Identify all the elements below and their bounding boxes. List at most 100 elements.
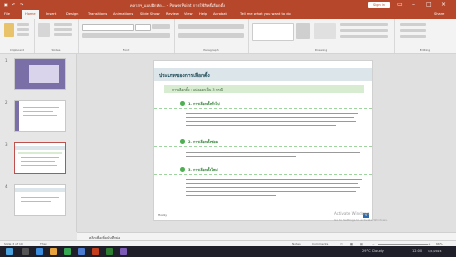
cut-icon[interactable] — [17, 23, 29, 26]
chrome-icon[interactable] — [64, 248, 71, 255]
group-label: Font — [122, 48, 130, 52]
slide-subheader-band: การเลือกตั้ง : แบ่งออกเป็น 3 กรณี — [164, 85, 364, 93]
teams-icon[interactable] — [120, 248, 127, 255]
save-icon[interactable]: ▣ — [4, 2, 9, 7]
excel-icon[interactable] — [106, 248, 113, 255]
activate-windows-title: Activate Windows — [334, 211, 370, 216]
thumb-number: 3 — [5, 142, 8, 147]
select-button[interactable] — [400, 35, 426, 38]
group-label: Slides — [51, 48, 61, 52]
copy-icon[interactable] — [17, 28, 29, 31]
drawing-group: Drawing — [248, 19, 395, 53]
slide-title[interactable]: ประเภทของการเลือกตั้ง — [159, 72, 210, 80]
paste-icon[interactable] — [4, 23, 14, 37]
font-grow-shrink[interactable] — [152, 24, 170, 29]
arrange-button[interactable] — [296, 23, 310, 39]
maximize-icon[interactable]: □ — [426, 1, 432, 8]
replace-button[interactable] — [400, 29, 426, 32]
section-bullet-icon — [180, 139, 185, 144]
shapes-gallery[interactable] — [252, 23, 294, 41]
tab-review[interactable]: Review — [166, 12, 179, 16]
share-button[interactable]: Share — [434, 12, 444, 16]
font-name-select[interactable] — [82, 24, 134, 31]
tab-slide-show[interactable]: Slide Show — [140, 12, 160, 16]
current-slide[interactable]: ประเภทของการเลือกตั้ง การเลือกตั้ง : แบ่… — [153, 60, 373, 221]
sign-in-button[interactable]: Sign in — [368, 2, 390, 8]
body-text-line — [186, 183, 358, 184]
section-bullet-icon — [180, 101, 185, 106]
body-text-line — [186, 121, 356, 122]
body-text-line — [186, 179, 362, 180]
ribbon-display-icon[interactable]: ▭ — [397, 1, 403, 8]
layout-button[interactable] — [54, 23, 72, 26]
section-bullet-icon — [180, 167, 185, 172]
section-button[interactable] — [54, 33, 72, 36]
tab-acrobat[interactable]: Acrobat — [213, 12, 227, 16]
body-text-line — [186, 187, 360, 188]
slide-thumbnail-1[interactable] — [14, 58, 66, 90]
list-buttons[interactable] — [178, 24, 244, 29]
new-slide-icon[interactable] — [38, 23, 50, 37]
group-label: Paragraph — [203, 48, 219, 52]
section-heading-2[interactable]: 2. การเลือกตั้งซ่อม — [188, 139, 218, 145]
slide-thumbnail-4[interactable] — [14, 184, 66, 216]
ribbon-tabs: File Home Insert Design Transitions Anim… — [0, 10, 456, 19]
weather-widget[interactable]: 29°C Cloudy — [362, 249, 384, 253]
thumb-number: 1 — [5, 58, 8, 63]
font-format-buttons[interactable] — [82, 33, 170, 38]
body-text-line — [186, 152, 360, 153]
tab-design[interactable]: Design — [66, 12, 78, 16]
thumb-number: 4 — [5, 184, 8, 189]
shape-outline-button[interactable] — [340, 29, 388, 32]
close-icon[interactable]: × — [441, 1, 446, 8]
redo-icon[interactable]: ↷ — [20, 2, 25, 7]
tab-insert[interactable]: Insert — [46, 12, 56, 16]
slide-subtitle[interactable]: การเลือกตั้ง : แบ่งออกเป็น 3 กรณี — [172, 87, 223, 93]
reset-button[interactable] — [54, 28, 72, 31]
search-icon[interactable] — [22, 248, 29, 255]
slides-group: Slides — [34, 19, 79, 53]
align-buttons[interactable] — [178, 33, 244, 38]
word-icon[interactable] — [78, 248, 85, 255]
group-label: Drawing — [314, 48, 328, 52]
body-text-line — [186, 125, 336, 126]
font-group: Font — [78, 19, 175, 53]
divider — [154, 174, 372, 175]
minimize-icon[interactable]: – — [412, 1, 415, 8]
shape-effects-button[interactable] — [340, 35, 388, 38]
group-label: Editing — [419, 48, 431, 52]
tab-animations[interactable]: Animations — [113, 12, 133, 16]
activate-windows-subtitle: Go to Settings to activate Windows. — [334, 218, 388, 222]
shape-fill-button[interactable] — [340, 23, 388, 26]
section-heading-1[interactable]: 1. การเลือกตั้งทั่วไป — [188, 101, 220, 107]
tell-me-search[interactable]: Tell me what you want to do — [240, 12, 291, 16]
zoom-slider[interactable] — [378, 244, 428, 245]
undo-icon[interactable]: ↶ — [12, 2, 17, 7]
clipboard-group: Clipboard — [0, 19, 35, 53]
tab-view[interactable]: View — [184, 12, 193, 16]
find-button[interactable] — [400, 23, 426, 26]
tab-help[interactable]: Help — [199, 12, 207, 16]
tab-home[interactable]: Home — [22, 10, 39, 19]
body-text-line — [186, 195, 276, 196]
slide-thumbnail-3[interactable] — [14, 142, 66, 174]
tab-transitions[interactable]: Transitions — [88, 12, 107, 16]
slide-logo: Hozzy — [158, 213, 168, 217]
format-painter-icon[interactable] — [17, 33, 29, 36]
clock-time[interactable]: 12:00 — [412, 249, 422, 253]
section-heading-3[interactable]: 3. การเลือกตั้งใหม่ — [188, 167, 218, 173]
divider — [154, 146, 372, 147]
tab-file[interactable]: File — [4, 12, 10, 16]
body-text-line — [186, 156, 296, 157]
file-explorer-icon[interactable] — [50, 248, 57, 255]
group-label: Clipboard — [9, 48, 25, 52]
slide-thumbnail-2[interactable] — [14, 100, 66, 132]
edge-icon[interactable] — [36, 248, 43, 255]
powerpoint-icon[interactable] — [92, 248, 99, 255]
font-size-select[interactable] — [135, 24, 151, 31]
title-bar: ▣ ↶ ↷ คลาสฯ_แบบฝึกหัด... - PowerPoint กา… — [0, 0, 456, 10]
clock-date[interactable]: 1/1/2024 — [428, 249, 441, 253]
body-text-line — [186, 117, 354, 118]
start-icon[interactable] — [6, 248, 13, 255]
quick-styles-button[interactable] — [314, 23, 336, 39]
